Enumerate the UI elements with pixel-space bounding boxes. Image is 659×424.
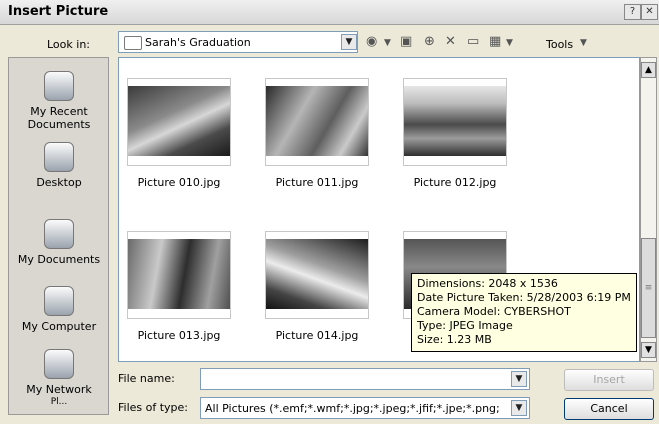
delete-icon[interactable]: ✕ <box>445 34 456 49</box>
thumbnail-frame <box>403 78 507 166</box>
chevron-down-icon[interactable]: ▼ <box>511 371 527 387</box>
place-label: Documents <box>27 118 91 131</box>
photo-image <box>128 86 230 156</box>
tooltip-dimensions: Dimensions: 2048 x 1536 <box>417 277 558 290</box>
place-my-documents[interactable]: My Documents <box>9 219 109 266</box>
file-info-tooltip: Dimensions: 2048 x 1536 Date Picture Tak… <box>411 273 637 352</box>
place-label: My Recent <box>30 105 88 118</box>
photo-image <box>128 239 230 309</box>
photo-image <box>266 86 368 156</box>
places-bar: My Recent Documents Desktop My Documents… <box>8 57 109 415</box>
place-my-network[interactable]: My Network Pl... <box>9 349 109 409</box>
my-computer-icon <box>44 286 74 316</box>
thumbnail-frame <box>265 78 369 166</box>
place-label: My Network <box>26 383 92 396</box>
up-folder-icon[interactable]: ▣ <box>400 34 412 49</box>
file-name-label: File name: <box>118 372 175 385</box>
thumbnail-frame <box>127 231 231 319</box>
scroll-thumb[interactable]: ≡ <box>641 238 656 338</box>
photo-image <box>266 239 368 309</box>
file-name: Picture 012.jpg <box>413 176 497 189</box>
file-type-value: All Pictures (*.emf;*.wmf;*.jpg;*.jpeg;*… <box>205 402 500 415</box>
insert-button[interactable]: Insert <box>564 369 654 391</box>
file-name: Picture 010.jpg <box>137 176 221 189</box>
title-bar: Insert Picture ? ✕ <box>0 0 659 25</box>
file-type-label: Files of type: <box>118 401 189 414</box>
tooltip-camera: Camera Model: CYBERSHOT <box>417 305 571 318</box>
place-label: My Computer <box>21 320 97 333</box>
desktop-icon <box>44 142 74 172</box>
recent-documents-icon <box>44 71 74 101</box>
file-thumbnail[interactable]: Picture 010.jpg <box>119 78 239 189</box>
window-title: Insert Picture <box>8 4 109 19</box>
views-dropdown-icon[interactable]: ▼ <box>506 38 513 48</box>
file-name: Picture 013.jpg <box>137 329 221 342</box>
views-icon[interactable]: ▦ <box>489 34 501 49</box>
tooltip-type: Type: JPEG Image <box>417 319 513 332</box>
file-thumbnail[interactable]: Picture 013.jpg <box>119 231 239 342</box>
tooltip-date-taken: Date Picture Taken: 5/28/2003 6:19 PM <box>417 291 631 304</box>
tools-dropdown-icon[interactable]: ▼ <box>580 38 587 48</box>
my-network-icon <box>44 349 74 379</box>
new-folder-icon[interactable]: ▭ <box>467 34 479 49</box>
photo-image <box>404 86 506 156</box>
file-thumbnail[interactable]: Picture 012.jpg <box>395 78 515 189</box>
thumbnail-frame <box>265 231 369 319</box>
file-name: Picture 014.jpg <box>275 329 359 342</box>
file-thumbnail[interactable]: Picture 014.jpg <box>257 231 377 342</box>
place-label: Pl... <box>50 397 68 407</box>
chevron-down-icon[interactable]: ▼ <box>341 34 357 50</box>
help-button[interactable]: ? <box>624 4 641 20</box>
place-desktop[interactable]: Desktop <box>9 142 109 189</box>
file-type-select[interactable]: All Pictures (*.emf;*.wmf;*.jpg;*.jpeg;*… <box>200 397 530 419</box>
close-button[interactable]: ✕ <box>641 4 658 20</box>
file-name: Picture 011.jpg <box>275 176 359 189</box>
chevron-down-icon[interactable]: ▼ <box>511 400 527 416</box>
place-label: Desktop <box>36 176 82 189</box>
back-dropdown-icon[interactable]: ▼ <box>384 38 391 48</box>
back-icon[interactable]: ◉ <box>366 34 377 49</box>
place-label: My Documents <box>17 253 101 266</box>
file-thumbnail[interactable]: Picture 011.jpg <box>257 78 377 189</box>
my-documents-icon <box>44 219 74 249</box>
place-my-computer[interactable]: My Computer <box>9 286 109 333</box>
file-name-field[interactable]: ▼ <box>200 368 530 390</box>
look-in-label: Look in: <box>47 38 90 51</box>
folder-icon <box>124 36 142 50</box>
tooltip-size: Size: 1.23 MB <box>417 333 492 346</box>
cancel-button[interactable]: Cancel <box>564 398 654 420</box>
thumbnail-frame <box>127 78 231 166</box>
scroll-up-icon[interactable]: ▲ <box>641 62 656 78</box>
look-in-value: Sarah's Graduation <box>145 36 251 49</box>
vertical-scrollbar[interactable]: ▲ ≡ ▼ <box>640 57 657 362</box>
look-in-combo[interactable]: Sarah's Graduation ▼ <box>118 31 358 53</box>
search-web-icon[interactable]: ⊕ <box>424 34 435 49</box>
tools-menu[interactable]: Tools <box>546 38 573 51</box>
place-my-recent-documents[interactable]: My Recent Documents <box>9 71 109 131</box>
scroll-down-icon[interactable]: ▼ <box>641 342 656 358</box>
